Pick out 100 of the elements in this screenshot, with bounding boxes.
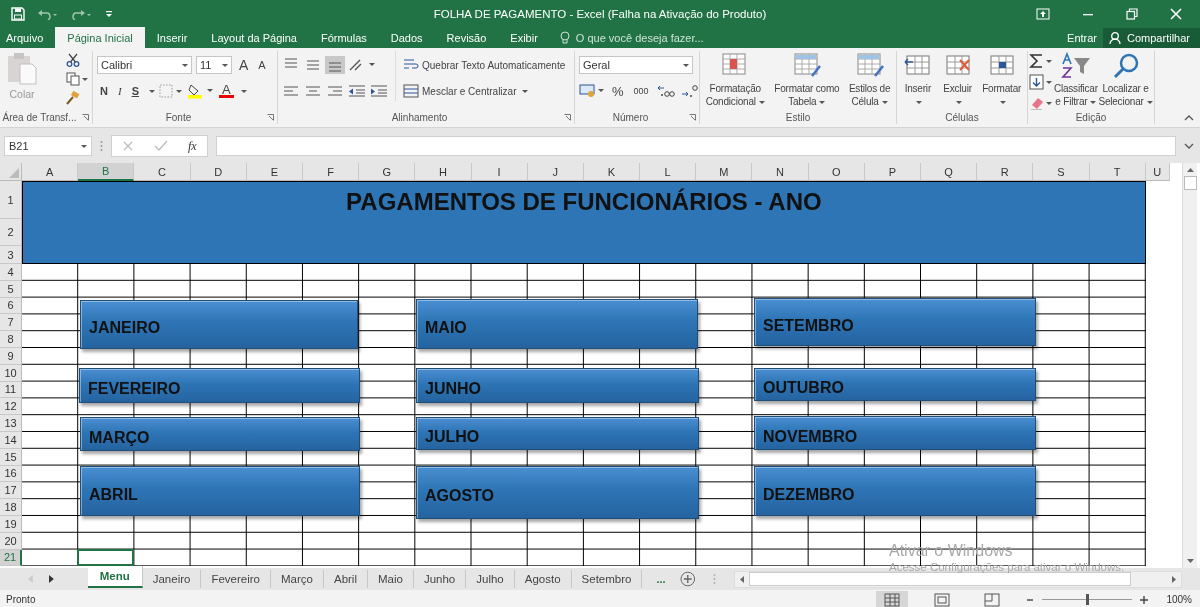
column-header[interactable]: G — [359, 163, 416, 181]
ribbon-tab[interactable]: Revisão — [434, 28, 499, 48]
merge-center-button[interactable]: Mesclar e Centralizar — [402, 81, 567, 101]
column-header[interactable]: C — [134, 163, 191, 181]
month-button[interactable]: JULHO — [416, 417, 699, 450]
ribbon-tab[interactable]: Arquivo — [0, 28, 56, 48]
eraser-icon[interactable] — [1029, 95, 1054, 110]
column-header[interactable]: I — [471, 163, 528, 181]
copy-icon[interactable] — [66, 72, 88, 86]
customize-icon[interactable] — [105, 9, 113, 18]
row-header[interactable]: 7 — [0, 314, 22, 332]
column-header[interactable]: M — [696, 163, 753, 181]
tell-me-field[interactable]: O que você deseja fazer... — [559, 28, 728, 48]
ribbon-tab[interactable]: Dados — [378, 28, 435, 48]
sheet-tab[interactable]: Fevereiro — [201, 570, 271, 588]
row-header[interactable]: 18 — [0, 499, 22, 516]
add-sheet-icon[interactable] — [679, 571, 696, 587]
sign-in-link[interactable]: Entrar — [1061, 28, 1104, 48]
ribbon-tab[interactable]: Fórmulas — [308, 28, 379, 48]
sheet-tab[interactable]: Abril — [323, 570, 368, 588]
selected-cell[interactable] — [77, 548, 135, 567]
currency-icon[interactable] — [579, 83, 605, 99]
fill-color-icon[interactable] — [186, 83, 215, 99]
dialog-launcher-icon[interactable] — [564, 113, 571, 121]
sheet-tab[interactable]: Agosto — [514, 570, 572, 588]
font-family-field[interactable]: Calibri — [97, 56, 192, 74]
decrease-indent-icon[interactable] — [347, 83, 367, 99]
month-button[interactable]: MARÇO — [80, 417, 360, 451]
font-size-field[interactable]: 11 — [196, 56, 232, 74]
month-button[interactable]: NOVEMBRO — [754, 416, 1036, 450]
underline-button[interactable]: S — [128, 82, 142, 100]
orientation-icon[interactable] — [347, 57, 377, 73]
share-button[interactable]: Compartilhar — [1103, 28, 1200, 48]
normal-view-icon[interactable] — [876, 590, 909, 607]
dialog-launcher-icon[interactable] — [82, 113, 89, 121]
increase-decimal-icon[interactable] — [655, 83, 676, 99]
sheet-tab[interactable]: Maio — [368, 570, 414, 588]
fill-down-icon[interactable] — [1029, 74, 1054, 90]
sheet-tab[interactable]: Julho — [466, 570, 515, 588]
format-painter-icon[interactable] — [66, 91, 80, 105]
collapse-ribbon-icon[interactable] — [1184, 114, 1194, 121]
month-button[interactable]: AGOSTO — [416, 466, 699, 519]
scroll-right-icon[interactable] — [1171, 574, 1177, 584]
month-button[interactable]: MAIO — [416, 299, 698, 349]
sum-icon[interactable] — [1029, 53, 1054, 69]
row-header[interactable]: 17 — [0, 482, 22, 500]
month-button[interactable]: JUNHO — [416, 368, 699, 403]
undo-icon[interactable] — [37, 7, 59, 20]
percent-button[interactable]: % — [609, 82, 627, 100]
italic-button[interactable]: I — [114, 82, 125, 100]
sheet-tab[interactable]: Setembro — [571, 570, 643, 588]
month-button[interactable]: ABRIL — [80, 466, 360, 516]
style-button[interactable]: Formatação Condicional — [705, 51, 765, 109]
decrease-decimal-icon[interactable] — [679, 83, 699, 99]
column-header[interactable]: K — [583, 163, 641, 181]
grow-font-button[interactable]: A — [236, 56, 252, 74]
ribbon-tab[interactable]: Página Inicial — [55, 27, 145, 48]
column-header[interactable]: P — [864, 163, 921, 181]
column-header[interactable]: R — [977, 163, 1034, 181]
ribbon-tab[interactable]: Inserir — [144, 28, 200, 48]
zoom-slider[interactable] — [1086, 594, 1090, 605]
column-header[interactable]: F — [302, 163, 360, 181]
column-header[interactable]: Q — [921, 163, 978, 181]
column-header[interactable]: S — [1033, 163, 1090, 181]
row-header[interactable]: 2 — [0, 219, 22, 246]
column-header[interactable]: H — [415, 163, 472, 181]
scroll-up-icon[interactable] — [1185, 167, 1195, 173]
dialog-launcher-icon[interactable] — [267, 113, 274, 121]
month-button[interactable]: OUTUBRO — [754, 368, 1036, 401]
shrink-font-button[interactable]: A — [255, 56, 269, 74]
wrap-text-button[interactable]: Quebrar Texto Automaticamente — [402, 55, 567, 75]
insert-function-button[interactable]: fx — [188, 138, 197, 154]
close-icon[interactable] — [1170, 7, 1182, 20]
sheet-tab[interactable]: Março — [271, 570, 324, 588]
scroll-down-icon[interactable] — [1185, 558, 1195, 564]
style-button[interactable]: Formatar como Tabela — [774, 51, 840, 109]
expand-icon[interactable] — [1184, 142, 1194, 150]
column-header[interactable]: D — [190, 163, 247, 181]
column-header[interactable]: A — [22, 163, 79, 181]
editing-button[interactable]: Classificar e Filtrar — [1053, 51, 1098, 109]
row-header[interactable]: 12 — [0, 398, 22, 416]
cells-button[interactable]: Formatar — [982, 51, 1022, 109]
ribbon-display-icon[interactable] — [1036, 7, 1050, 20]
column-header[interactable]: J — [527, 163, 584, 181]
next-sheet-icon[interactable] — [47, 575, 54, 583]
formula-field[interactable] — [215, 136, 1176, 156]
vertical-scrollbar[interactable] — [1182, 163, 1197, 568]
number-format-field[interactable]: Geral — [579, 56, 693, 74]
sheet-tab[interactable]: Janeiro — [142, 570, 202, 588]
row-header[interactable]: 3 — [0, 246, 22, 264]
cells-button[interactable]: Inserir — [902, 51, 933, 109]
column-header[interactable]: B — [78, 163, 135, 181]
scroll-left-icon[interactable] — [739, 574, 746, 584]
editing-button[interactable]: Localizar e Selecionar — [1098, 51, 1153, 109]
month-button[interactable]: DEZEMBRO — [754, 466, 1036, 516]
column-header[interactable]: U — [1145, 163, 1170, 181]
column-header[interactable]: T — [1089, 163, 1146, 181]
increase-indent-icon[interactable] — [369, 83, 389, 99]
style-button[interactable]: Estilos de Célula — [848, 51, 891, 109]
font-color-button[interactable]: A — [218, 84, 234, 98]
